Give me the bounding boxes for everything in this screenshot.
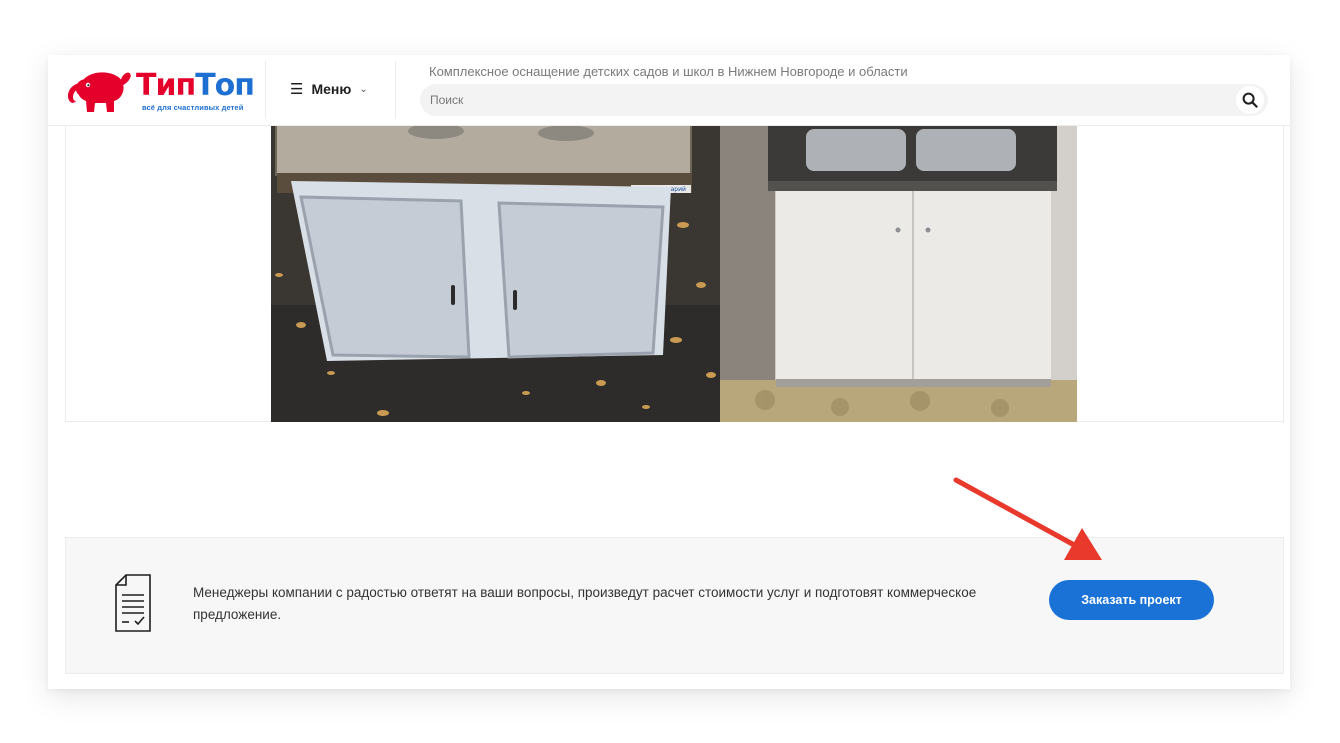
search-bar xyxy=(420,84,1268,116)
logo-tagline: всё для счастливых детей xyxy=(142,103,244,112)
chevron-down-icon: ⌄ xyxy=(359,83,368,95)
logo-wordmark: ТипТоп xyxy=(136,68,255,103)
cta-message: Менеджеры компании с радостью ответят на… xyxy=(193,585,977,622)
header-divider xyxy=(395,61,396,119)
search-input[interactable] xyxy=(420,84,1230,116)
site-header: ТипТоп всё для счастливых детей ☰ Меню ⌄… xyxy=(48,55,1290,126)
page-card: ТипТоп всё для счастливых детей ☰ Меню ⌄… xyxy=(48,55,1290,689)
header-divider xyxy=(265,61,266,119)
search-icon[interactable] xyxy=(1236,86,1264,114)
site-logo[interactable]: ТипТоп всё для счастливых детей xyxy=(64,65,264,117)
order-project-button[interactable]: Заказать проект xyxy=(1049,580,1214,620)
hamburger-icon: ☰ xyxy=(290,80,304,98)
menu-button[interactable]: ☰ Меню ⌄ xyxy=(290,79,368,99)
elephant-logo-icon xyxy=(68,72,131,112)
document-check-icon xyxy=(115,574,151,632)
site-tagline: Комплексное оснащение детских садов и шк… xyxy=(429,64,908,79)
cta-panel: Менеджеры компании с радостью ответят на… xyxy=(65,537,1284,674)
after-photo xyxy=(720,125,1077,422)
before-photo: инструментарий xyxy=(271,125,720,422)
menu-label: Меню xyxy=(311,81,352,97)
